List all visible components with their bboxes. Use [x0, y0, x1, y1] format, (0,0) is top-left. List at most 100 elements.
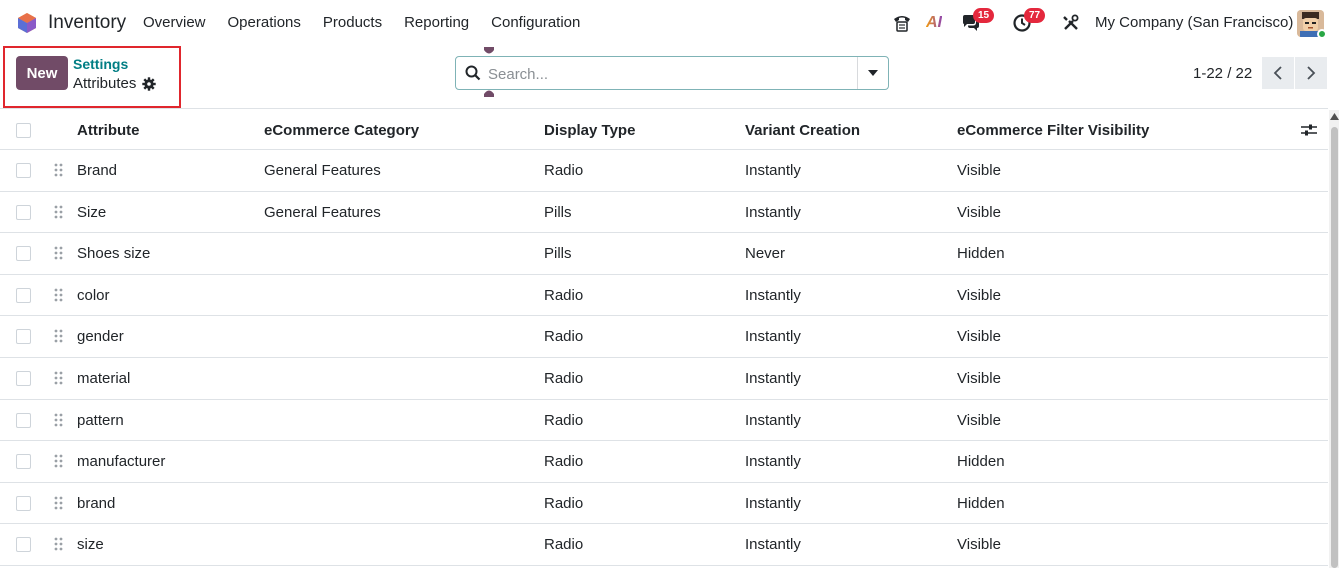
cell-attribute: Shoes size	[77, 245, 151, 263]
row-checkbox[interactable]	[16, 412, 31, 428]
cell-variant-creation: Instantly	[745, 328, 801, 346]
menu-overview[interactable]: Overview	[143, 14, 206, 31]
search-input[interactable]	[488, 63, 848, 85]
cell-attribute: Brand	[77, 162, 118, 179]
select-all-checkbox[interactable]	[16, 123, 31, 138]
row-checkbox[interactable]	[16, 204, 31, 220]
main-menu: Overview Operations Products Reporting C…	[143, 14, 580, 31]
search-options-toggle[interactable]	[857, 57, 888, 89]
table-row[interactable]: Size General Features Pills Instantly Visibl…	[0, 192, 1328, 234]
drag-handle-icon[interactable]	[54, 246, 64, 260]
drag-handle-icon[interactable]	[54, 454, 64, 468]
row-checkbox[interactable]	[16, 246, 31, 262]
pager-previous-button[interactable]	[1262, 57, 1294, 89]
column-header-attribute[interactable]: Attribute	[77, 122, 140, 139]
cell-variant-creation: Never	[745, 245, 786, 263]
table-row[interactable]: gender Radio Instantly Visible	[0, 316, 1328, 358]
menu-configuration[interactable]: Configuration	[491, 14, 580, 31]
optional-columns-icon[interactable]	[1301, 123, 1317, 137]
cell-filter-visibility: Visible	[957, 536, 1001, 554]
cell-display-type: Radio	[544, 162, 584, 179]
phone-button[interactable]	[892, 12, 912, 34]
cell-filter-visibility: Visible	[957, 286, 1001, 304]
drag-handle-icon[interactable]	[54, 371, 64, 385]
table-row[interactable]: color Radio Instantly Visible	[0, 275, 1328, 317]
menu-reporting[interactable]: Reporting	[404, 14, 469, 31]
cell-filter-visibility: Visible	[957, 370, 1001, 387]
drag-handle-icon[interactable]	[54, 205, 64, 219]
menu-products[interactable]: Products	[323, 14, 382, 31]
cell-filter-visibility: Hidden	[957, 245, 1005, 263]
row-checkbox[interactable]	[16, 537, 31, 553]
cell-ecommerce-category: General Features	[264, 203, 381, 221]
table-row[interactable]: Shoes size Pills Never Hidden	[0, 233, 1328, 275]
drag-handle-icon[interactable]	[54, 329, 64, 343]
cell-ecommerce-category: General Features	[264, 162, 381, 179]
cell-variant-creation: Instantly	[745, 370, 801, 387]
activities-badge: 77	[1024, 8, 1046, 23]
scrollbar-thumb[interactable]	[1331, 127, 1338, 568]
debug-tools-button[interactable]	[1062, 12, 1080, 34]
ai-button[interactable]: AI	[926, 12, 942, 34]
messages-badge: 15	[973, 8, 995, 23]
scroll-up-arrow-icon[interactable]	[1330, 112, 1339, 120]
table-row[interactable]: material Radio Instantly Visible	[0, 358, 1328, 400]
drag-handle-icon[interactable]	[54, 163, 64, 177]
table-row[interactable]: size Radio Instantly Visible	[0, 524, 1328, 566]
column-header-display-type[interactable]: Display Type	[544, 122, 635, 139]
cell-filter-visibility: Visible	[957, 411, 1001, 429]
cell-attribute: color	[77, 286, 110, 304]
row-checkbox[interactable]	[16, 495, 31, 511]
ai-icon: AI	[926, 14, 942, 31]
cell-display-type: Pills	[544, 245, 572, 263]
phone-icon	[894, 16, 910, 32]
column-header-ecommerce-category[interactable]: eCommerce Category	[264, 122, 419, 139]
pager-next-button[interactable]	[1295, 57, 1327, 89]
cell-variant-creation: Instantly	[745, 203, 801, 221]
table-row[interactable]: manufacturer Radio Instantly Hidden	[0, 441, 1328, 483]
row-checkbox[interactable]	[16, 454, 31, 470]
app-name[interactable]: Inventory	[48, 12, 126, 34]
activities-button[interactable]: 77	[1012, 8, 1046, 34]
row-checkbox[interactable]	[16, 329, 31, 345]
column-header-filter-visibility[interactable]: eCommerce Filter Visibility	[957, 122, 1149, 139]
cell-variant-creation: Instantly	[745, 494, 801, 512]
row-checkbox[interactable]	[16, 287, 31, 303]
cell-variant-creation: Instantly	[745, 286, 801, 304]
pager-value[interactable]: 1-22 / 22	[1193, 65, 1252, 82]
search-bar	[455, 56, 889, 90]
breadcrumb-settings[interactable]: Settings	[73, 56, 128, 72]
table-row[interactable]: Brand General Features Radio Instantly Visib…	[0, 150, 1328, 192]
cell-display-type: Pills	[544, 203, 572, 221]
cell-variant-creation: Instantly	[745, 536, 801, 554]
messages-button[interactable]: 15	[961, 8, 995, 34]
cell-filter-visibility: Hidden	[957, 494, 1005, 512]
cell-attribute: manufacturer	[77, 453, 166, 471]
row-checkbox[interactable]	[16, 371, 31, 386]
cell-variant-creation: Instantly	[745, 411, 801, 429]
cell-filter-visibility: Hidden	[957, 453, 1005, 471]
column-header-variant-creation[interactable]: Variant Creation	[745, 122, 860, 139]
cell-attribute: material	[77, 370, 131, 387]
table-row[interactable]: brand Radio Instantly Hidden	[0, 483, 1328, 525]
row-checkbox[interactable]	[16, 163, 31, 178]
drag-handle-icon[interactable]	[54, 537, 64, 551]
drag-handle-icon[interactable]	[54, 413, 64, 427]
cell-display-type: Radio	[544, 286, 584, 304]
cell-variant-creation: Instantly	[745, 453, 801, 471]
online-status-dot	[1317, 29, 1327, 39]
company-switcher[interactable]: My Company (San Francisco)	[1095, 14, 1293, 31]
drag-handle-icon[interactable]	[54, 496, 64, 510]
page-title: Attributes	[73, 75, 137, 92]
drag-handle-icon[interactable]	[54, 288, 64, 302]
cell-attribute: brand	[77, 494, 116, 512]
table-row[interactable]: pattern Radio Instantly Visible	[0, 400, 1328, 442]
resize-handle-bottom[interactable]	[482, 87, 496, 97]
search-icon	[465, 65, 481, 81]
new-button[interactable]: New	[16, 56, 68, 90]
menu-operations[interactable]: Operations	[228, 14, 301, 31]
top-navbar: Inventory Overview Operations Products R…	[0, 0, 1339, 46]
inventory-app-icon[interactable]	[16, 12, 38, 34]
gear-icon[interactable]	[142, 76, 157, 91]
cell-filter-visibility: Visible	[957, 203, 1001, 221]
